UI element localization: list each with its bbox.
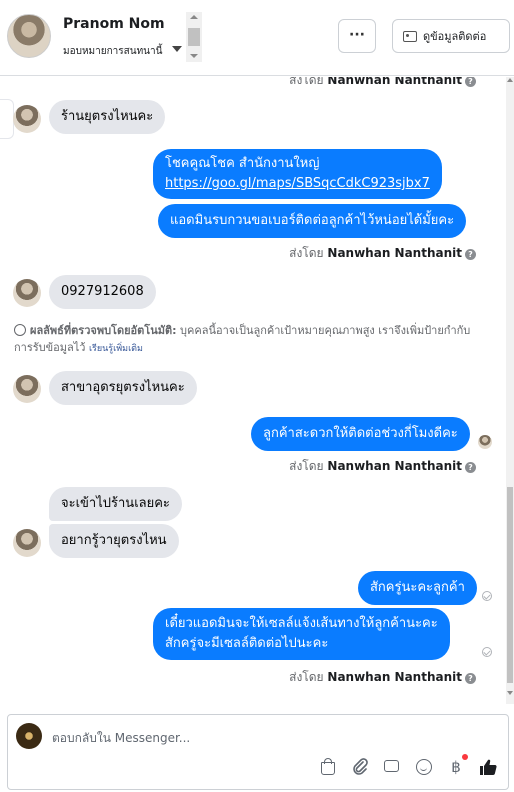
scroll-down-icon[interactable]: [507, 691, 513, 695]
sent-by-line: ส่งโดย Nanwhan Nanthanit?: [289, 244, 476, 263]
payment-icon[interactable]: ฿: [446, 754, 468, 777]
conversation-header: Pranom Nom มอบหมายการสนทนานี้ ··· ดูข้อม…: [0, 0, 514, 76]
incoming-message[interactable]: 0927912608: [49, 275, 156, 309]
outgoing-message[interactable]: สักครู่นะคะลูกค้า: [358, 571, 477, 605]
sent-by-line: ส่งโดย Nanwhan Nanthanit?: [289, 77, 476, 90]
help-icon[interactable]: ?: [465, 249, 476, 260]
sent-by-line: ส่งโดย Nanwhan Nanthanit?: [289, 668, 476, 687]
auto-detect-icon: [14, 324, 26, 336]
view-contact-label: ดูข้อมูลติดต่อ: [423, 30, 487, 43]
contact-name[interactable]: Pranom Nom: [63, 16, 165, 32]
sent-check-icon: [482, 647, 492, 657]
contact-avatar-small: [13, 105, 41, 133]
map-link[interactable]: https://goo.gl/maps/SBSqcCdkC923sjbx7: [165, 176, 430, 191]
chevron-down-icon[interactable]: [172, 46, 182, 52]
sent-by-line: ส่งโดย Nanwhan Nanthanit?: [289, 457, 476, 476]
help-icon[interactable]: ?: [465, 462, 476, 473]
thread-scrollbar[interactable]: [506, 77, 514, 704]
incoming-message[interactable]: สาขาอุดรยุตรงไหนคะ: [49, 371, 197, 405]
composer-toolbar: ฿: [318, 754, 498, 777]
more-options-button[interactable]: ···: [338, 19, 376, 53]
contact-avatar[interactable]: [7, 14, 51, 58]
reply-input[interactable]: ตอบกลับใน Messenger...: [52, 729, 190, 748]
incoming-message[interactable]: ร้านยุตรงไหนคะ: [49, 100, 166, 134]
message-thread: ส่งโดย Nanwhan Nanthanit? ร้านยุตรงไหนคะ…: [0, 77, 514, 704]
emoji-icon[interactable]: [414, 757, 434, 777]
outgoing-message[interactable]: ลูกค้าสะดวกให้ติดต่อช่วงกี่โมงดีคะ: [251, 417, 470, 451]
contact-avatar-small: [13, 375, 41, 403]
scroll-thumb[interactable]: [507, 487, 513, 683]
scroll-thumb[interactable]: [188, 28, 200, 46]
page-avatar: [16, 723, 42, 749]
view-contact-button[interactable]: ดูข้อมูลติดต่อ: [392, 19, 510, 53]
contact-avatar-small: [13, 529, 41, 557]
assign-scrollbar[interactable]: [186, 12, 202, 62]
help-icon[interactable]: ?: [465, 77, 476, 87]
contact-avatar-small: [13, 279, 41, 307]
contact-card-icon: [403, 30, 417, 42]
assign-conversation-label[interactable]: มอบหมายการสนทนานี้: [63, 44, 162, 59]
shopping-bag-icon[interactable]: [318, 757, 338, 777]
paperclip-icon[interactable]: [350, 757, 370, 777]
scroll-down-icon[interactable]: [190, 54, 198, 58]
outgoing-message[interactable]: แอดมินรบกวนขอเบอร์ติดต่อลูกค้าไว้หน่อยได…: [158, 204, 467, 238]
thumbs-up-icon[interactable]: [478, 757, 498, 777]
scroll-up-icon[interactable]: [507, 78, 513, 82]
seen-avatar: [478, 435, 492, 449]
outgoing-message[interactable]: โชคคูณโชค สำนักงานใหญ่ https://goo.gl/ma…: [153, 149, 442, 199]
incoming-message[interactable]: จะเข้าไปร้านเลยคะ: [49, 487, 182, 521]
help-icon[interactable]: ?: [465, 673, 476, 684]
saved-replies-icon[interactable]: [382, 757, 402, 777]
incoming-message[interactable]: อยากรู้วายุตรงไหน: [49, 524, 179, 558]
notification-dot: [462, 754, 468, 760]
outgoing-message[interactable]: เดี๋ยวแอดมินจะให้เซลล์แจ้งเส้นทางให้ลูกค…: [153, 608, 450, 660]
collapsed-panel-tab[interactable]: [0, 99, 14, 139]
sent-check-icon: [482, 591, 492, 601]
message-composer: ตอบกลับใน Messenger... ฿: [7, 714, 509, 790]
auto-detected-note: ผลลัพธ์ที่ตรวจพบโดยอัตโนมัติ: บุคคลนี้อา…: [14, 324, 471, 354]
learn-more-link[interactable]: เรียนรู้เพิ่มเติม: [89, 344, 143, 354]
scroll-up-icon[interactable]: [190, 15, 198, 19]
